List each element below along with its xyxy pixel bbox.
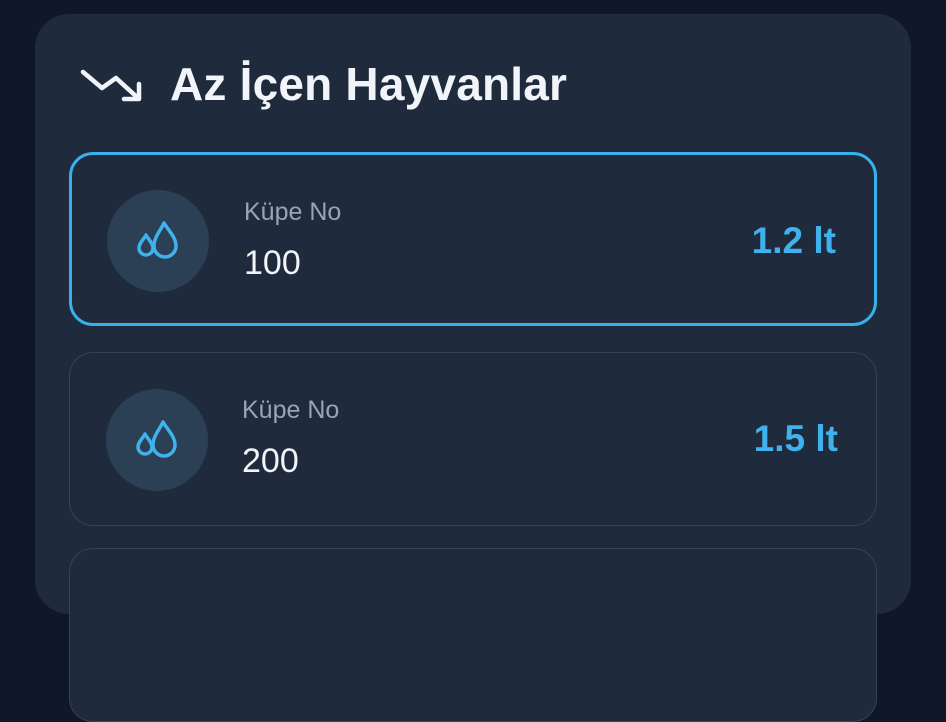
water-drops-icon [131,412,183,469]
animal-card[interactable]: Küpe No 100 1.2 lt [69,152,877,326]
water-amount: 1.2 lt [751,220,836,261]
ear-tag-label: Küpe No [244,198,342,226]
trending-down-icon [80,64,144,104]
ear-tag-value: 100 [244,244,301,282]
ear-tag-block: Küpe No 100 [244,197,341,283]
ear-tag-value: 200 [242,442,299,480]
animal-card-partial[interactable] [69,548,877,722]
animal-card[interactable]: Küpe No 200 1.5 lt [69,352,877,526]
page-title: Az İçen Hayvanlar [170,58,568,110]
water-amount: 1.5 lt [753,418,838,459]
ear-tag-block: Küpe No 200 [242,395,339,481]
water-badge [106,389,208,491]
water-drops-icon [132,213,184,270]
water-badge [107,190,209,292]
ear-tag-label: Küpe No [242,396,340,424]
panel-header: Az İçen Hayvanlar [80,52,567,116]
